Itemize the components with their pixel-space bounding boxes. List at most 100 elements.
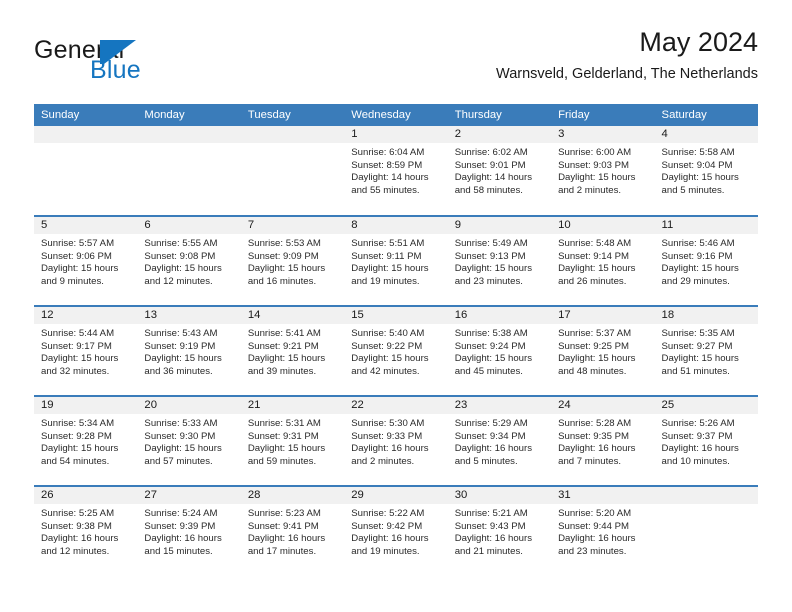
sunset-text: Sunset: 9:24 PM xyxy=(454,340,526,352)
calendar-day-cell[interactable]: 11 Sunrise: 5:46 AM Sunset: 9:16 PM Dayligh… xyxy=(654,215,758,306)
calendar-day-cell[interactable]: 2 Sunrise: 6:02 AM Sunset: 9:01 PM Daylight… xyxy=(447,126,552,216)
sunrise-text: Sunrise: 5:55 AM xyxy=(144,238,218,249)
sunset-text: Sunset: 9:25 PM xyxy=(558,340,630,352)
calendar-day-cell[interactable]: 6 Sunrise: 5:55 AM Sunset: 9:08 PM Daylight… xyxy=(137,215,241,306)
daylight-text-line1: Daylight: 16 hours xyxy=(661,443,739,455)
daylight-text-line2: and 58 minutes. xyxy=(454,184,523,196)
calendar-day-cell[interactable]: 3 Sunrise: 6:00 AM Sunset: 9:03 PM Daylight… xyxy=(551,126,655,216)
day-cell-content: 30 Sunrise: 5:21 AM Sunset: 9:43 PM Dayligh… xyxy=(447,487,552,575)
daylight-text-line2: and 23 minutes. xyxy=(558,545,627,557)
day-number: 4 xyxy=(654,126,758,143)
calendar-day-cell[interactable]: 28 Sunrise: 5:23 AM Sunset: 9:41 PM Dayligh… xyxy=(240,485,345,576)
sunset-text: Sunset: 9:01 PM xyxy=(454,159,526,171)
day-cell-content: 19 Sunrise: 5:34 AM Sunset: 9:28 PM Dayligh… xyxy=(34,397,138,485)
daylight-text-line1: Daylight: 15 hours xyxy=(661,263,739,275)
day-number: 9 xyxy=(447,217,552,234)
day-cell-content xyxy=(34,126,138,214)
calendar-day-cell[interactable]: 24 Sunrise: 5:28 AM Sunset: 9:35 PM Dayligh… xyxy=(551,395,655,486)
calendar-table: Sunday Monday Tuesday Wednesday Thursday… xyxy=(34,104,758,576)
daylight-text-line2: and 16 minutes. xyxy=(247,275,317,287)
daylight-text-line1: Daylight: 16 hours xyxy=(351,533,429,545)
day-cell-content: 29 Sunrise: 5:22 AM Sunset: 9:42 PM Dayligh… xyxy=(344,487,448,575)
calendar-day-cell[interactable]: 26 Sunrise: 5:25 AM Sunset: 9:38 PM Dayligh… xyxy=(34,485,138,576)
sunset-text: Sunset: 9:42 PM xyxy=(351,520,423,532)
day-cell-content: 12 Sunrise: 5:44 AM Sunset: 9:17 PM Dayligh… xyxy=(34,307,138,395)
daylight-text-line1: Daylight: 16 hours xyxy=(351,443,429,455)
calendar-day-cell[interactable]: 30 Sunrise: 5:21 AM Sunset: 9:43 PM Dayligh… xyxy=(447,485,552,576)
calendar-week-row: 19 Sunrise: 5:34 AM Sunset: 9:28 PM Dayligh… xyxy=(34,395,758,486)
page-title: May 2024 xyxy=(639,27,758,57)
day-details: Sunrise: 6:04 AM Sunset: 8:59 PM Daylight:… xyxy=(344,143,447,197)
calendar-day-cell[interactable]: 1 Sunrise: 6:04 AM Sunset: 8:59 PM Daylight… xyxy=(344,126,448,216)
weekday-header-sunday: Sunday xyxy=(34,104,138,126)
calendar-day-cell[interactable]: 5 Sunrise: 5:57 AM Sunset: 9:06 PM Daylight… xyxy=(34,215,138,306)
sunset-text: Sunset: 9:31 PM xyxy=(247,430,319,442)
day-cell-content: 10 Sunrise: 5:48 AM Sunset: 9:14 PM Dayligh… xyxy=(551,217,655,305)
day-cell-content: 9 Sunrise: 5:49 AM Sunset: 9:13 PM Daylight… xyxy=(447,217,552,305)
daylight-text-line2: and 54 minutes. xyxy=(41,455,110,467)
day-details: Sunrise: 5:43 AM Sunset: 9:19 PM Daylight:… xyxy=(137,324,240,378)
day-number: 22 xyxy=(344,397,448,414)
day-cell-content: 17 Sunrise: 5:37 AM Sunset: 9:25 PM Dayligh… xyxy=(551,307,655,395)
calendar-day-cell[interactable]: 13 Sunrise: 5:43 AM Sunset: 9:19 PM Dayligh… xyxy=(137,305,241,396)
calendar-week-row: 5 Sunrise: 5:57 AM Sunset: 9:06 PM Daylight… xyxy=(34,215,758,306)
day-cell-content: 24 Sunrise: 5:28 AM Sunset: 9:35 PM Dayligh… xyxy=(551,397,655,485)
sunset-text: Sunset: 9:13 PM xyxy=(454,250,526,262)
day-details: Sunrise: 5:29 AM Sunset: 9:34 PM Daylight:… xyxy=(448,414,551,468)
calendar-day-cell xyxy=(240,126,345,216)
calendar-day-cell[interactable]: 16 Sunrise: 5:38 AM Sunset: 9:24 PM Dayligh… xyxy=(447,305,552,396)
day-cell-content: 26 Sunrise: 5:25 AM Sunset: 9:38 PM Dayligh… xyxy=(34,487,138,575)
daylight-text-line1: Daylight: 15 hours xyxy=(247,263,326,275)
day-number: 7 xyxy=(240,217,345,234)
calendar-day-cell[interactable]: 17 Sunrise: 5:37 AM Sunset: 9:25 PM Dayligh… xyxy=(551,305,655,396)
sunrise-text: Sunrise: 5:38 AM xyxy=(454,328,528,339)
brand-logo[interactable]: General Blue xyxy=(34,28,334,90)
day-number: 1 xyxy=(344,126,448,143)
calendar-day-cell[interactable]: 14 Sunrise: 5:41 AM Sunset: 9:21 PM Dayligh… xyxy=(240,305,345,396)
daylight-text-line1: Daylight: 15 hours xyxy=(661,353,739,365)
calendar-day-cell[interactable]: 18 Sunrise: 5:35 AM Sunset: 9:27 PM Dayligh… xyxy=(654,305,758,396)
calendar-day-cell[interactable]: 7 Sunrise: 5:53 AM Sunset: 9:09 PM Daylight… xyxy=(240,215,345,306)
calendar-day-cell[interactable]: 25 Sunrise: 5:26 AM Sunset: 9:37 PM Dayligh… xyxy=(654,395,758,486)
day-details: Sunrise: 5:30 AM Sunset: 9:33 PM Daylight:… xyxy=(344,414,447,468)
daylight-text-line2: and 57 minutes. xyxy=(144,455,213,467)
calendar-body: 1 Sunrise: 6:04 AM Sunset: 8:59 PM Daylight… xyxy=(34,126,758,576)
day-number: 5 xyxy=(34,217,138,234)
day-number: 17 xyxy=(551,307,655,324)
sunrise-text: Sunrise: 5:51 AM xyxy=(351,238,425,249)
day-details: Sunrise: 5:51 AM Sunset: 9:11 PM Daylight:… xyxy=(344,234,447,288)
sunrise-text: Sunrise: 5:40 AM xyxy=(351,328,425,339)
sunset-text: Sunset: 9:21 PM xyxy=(247,340,319,352)
day-cell-content: 11 Sunrise: 5:46 AM Sunset: 9:16 PM Dayligh… xyxy=(654,217,758,305)
day-cell-content: 14 Sunrise: 5:41 AM Sunset: 9:21 PM Dayligh… xyxy=(240,307,345,395)
daylight-text-line2: and 5 minutes. xyxy=(661,184,725,196)
weekday-header-thursday: Thursday xyxy=(447,104,552,126)
weekday-header-tuesday: Tuesday xyxy=(240,104,345,126)
sunset-text: Sunset: 9:08 PM xyxy=(144,250,216,262)
day-cell-content: 28 Sunrise: 5:23 AM Sunset: 9:41 PM Dayligh… xyxy=(240,487,345,575)
calendar-day-cell[interactable]: 10 Sunrise: 5:48 AM Sunset: 9:14 PM Dayligh… xyxy=(551,215,655,306)
calendar-day-cell[interactable]: 9 Sunrise: 5:49 AM Sunset: 9:13 PM Daylight… xyxy=(447,215,552,306)
sunset-text: Sunset: 9:44 PM xyxy=(558,520,630,532)
daylight-text-line2: and 17 minutes. xyxy=(247,545,317,557)
day-details: Sunrise: 5:24 AM Sunset: 9:39 PM Daylight:… xyxy=(137,504,240,558)
day-cell-content: 31 Sunrise: 5:20 AM Sunset: 9:44 PM Dayligh… xyxy=(551,487,655,575)
calendar-day-cell[interactable]: 20 Sunrise: 5:33 AM Sunset: 9:30 PM Dayligh… xyxy=(137,395,241,486)
title-block: May 2024 Warnsveld, Gelderland, The Neth… xyxy=(496,27,758,83)
calendar-day-cell[interactable]: 8 Sunrise: 5:51 AM Sunset: 9:11 PM Daylight… xyxy=(344,215,448,306)
calendar-day-cell[interactable]: 27 Sunrise: 5:24 AM Sunset: 9:39 PM Dayligh… xyxy=(137,485,241,576)
calendar-day-cell[interactable]: 4 Sunrise: 5:58 AM Sunset: 9:04 PM Daylight… xyxy=(654,126,758,216)
daylight-text-line1: Daylight: 16 hours xyxy=(454,443,533,455)
calendar-day-cell[interactable]: 19 Sunrise: 5:34 AM Sunset: 9:28 PM Dayligh… xyxy=(34,395,138,486)
calendar-day-cell[interactable]: 12 Sunrise: 5:44 AM Sunset: 9:17 PM Dayligh… xyxy=(34,305,138,396)
calendar-day-cell[interactable]: 31 Sunrise: 5:20 AM Sunset: 9:44 PM Dayligh… xyxy=(551,485,655,576)
calendar-week-row: 12 Sunrise: 5:44 AM Sunset: 9:17 PM Dayligh… xyxy=(34,305,758,396)
sunrise-text: Sunrise: 5:46 AM xyxy=(661,238,735,249)
sunset-text: Sunset: 9:06 PM xyxy=(41,250,112,262)
calendar-day-cell[interactable]: 22 Sunrise: 5:30 AM Sunset: 9:33 PM Dayligh… xyxy=(344,395,448,486)
calendar-day-cell[interactable]: 21 Sunrise: 5:31 AM Sunset: 9:31 PM Dayligh… xyxy=(240,395,345,486)
calendar-day-cell[interactable]: 15 Sunrise: 5:40 AM Sunset: 9:22 PM Dayligh… xyxy=(344,305,448,396)
day-number: 25 xyxy=(654,397,758,414)
calendar-day-cell[interactable]: 29 Sunrise: 5:22 AM Sunset: 9:42 PM Dayligh… xyxy=(344,485,448,576)
calendar-day-cell[interactable]: 23 Sunrise: 5:29 AM Sunset: 9:34 PM Dayligh… xyxy=(447,395,552,486)
